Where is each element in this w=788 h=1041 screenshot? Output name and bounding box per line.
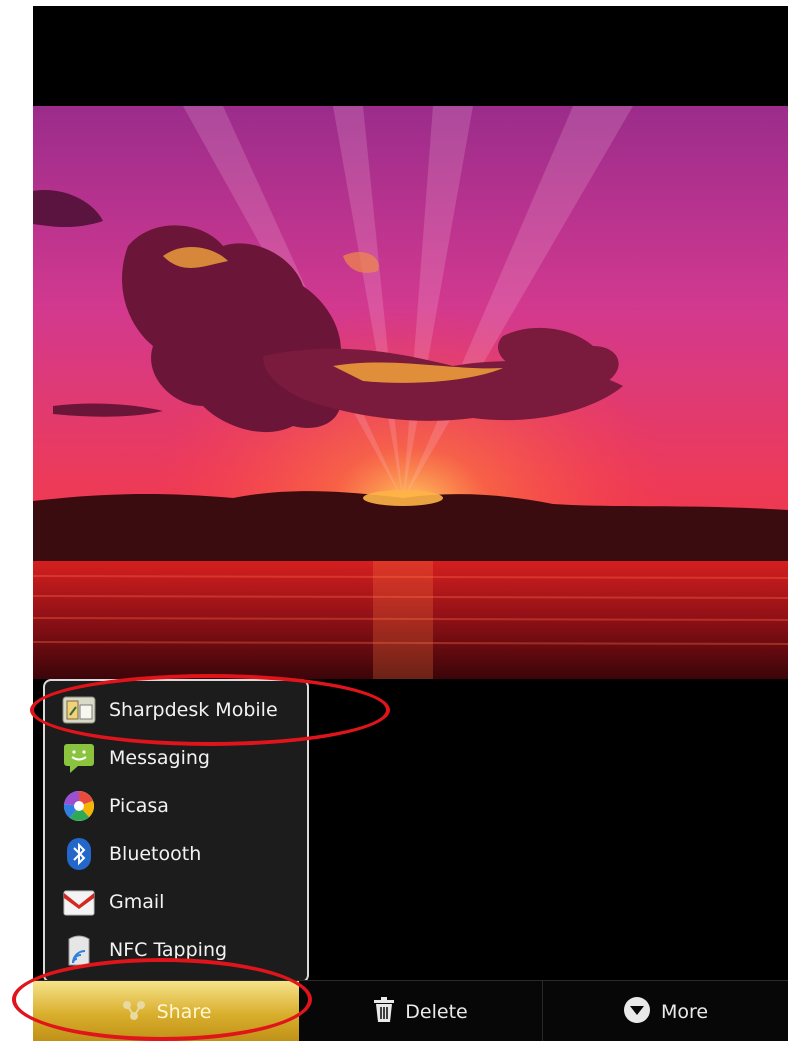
nfc-tapping-icon — [61, 932, 97, 968]
sharpdesk-mobile-icon — [61, 692, 97, 728]
menu-item-picasa[interactable]: Picasa — [45, 785, 307, 827]
menu-item-label: Bluetooth — [109, 843, 202, 865]
messaging-icon — [61, 740, 97, 776]
menu-item-bluetooth[interactable]: Bluetooth — [45, 833, 307, 875]
more-button[interactable]: More — [543, 981, 788, 1041]
share-menu: Sharpdesk Mobile Messaging Picasa Blueto… — [43, 679, 309, 994]
device-screen: Sharpdesk Mobile Messaging Picasa Blueto… — [33, 6, 788, 1041]
action-bar: Share Delete More — [33, 980, 788, 1041]
sunset-photo — [33, 106, 788, 679]
menu-item-label: Sharpdesk Mobile — [109, 699, 278, 721]
more-icon — [623, 996, 651, 1028]
menu-item-label: NFC Tapping — [109, 939, 228, 961]
menu-item-sharpdesk-mobile[interactable]: Sharpdesk Mobile — [45, 689, 307, 731]
share-label: Share — [156, 1000, 212, 1023]
share-icon — [121, 998, 147, 1026]
picasa-icon — [61, 788, 97, 824]
menu-item-label: Gmail — [109, 891, 165, 913]
share-button[interactable]: Share — [33, 981, 299, 1041]
more-label: More — [660, 1000, 709, 1023]
menu-item-label: Messaging — [109, 747, 210, 769]
delete-button[interactable]: Delete — [299, 981, 543, 1041]
menu-item-label: Picasa — [109, 795, 169, 817]
menu-item-nfc-tapping[interactable]: NFC Tapping — [45, 929, 307, 971]
menu-item-gmail[interactable]: Gmail — [45, 881, 307, 923]
gmail-icon — [61, 884, 97, 920]
delete-label: Delete — [405, 1000, 468, 1023]
menu-item-messaging[interactable]: Messaging — [45, 737, 307, 779]
trash-icon — [373, 996, 395, 1027]
bluetooth-icon — [61, 836, 97, 872]
